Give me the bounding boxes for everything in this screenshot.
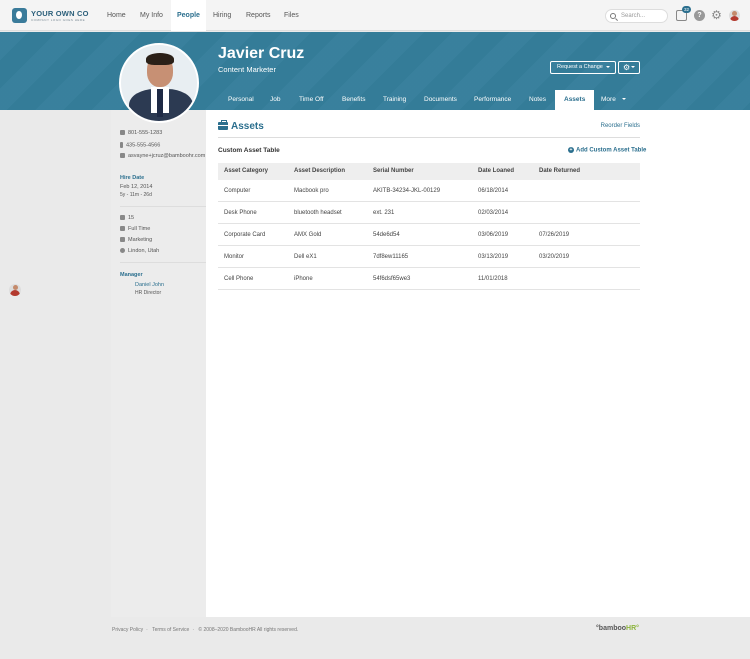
search-placeholder: Search... (621, 13, 646, 19)
employee-job-title: Content Marketer (218, 65, 276, 74)
work-phone: 801-555-1283 (120, 130, 162, 136)
section-title: Assets (231, 121, 264, 132)
tab-documents[interactable]: Documents (419, 90, 462, 110)
copyright-text: © 2008–2020 BambooHR All rights reserved… (198, 627, 299, 633)
nav-files[interactable]: Files (278, 0, 305, 31)
company-logo[interactable]: YOUR OWN CO COMPANY LOGO GOES HERE (12, 8, 88, 24)
tab-performance[interactable]: Performance (469, 90, 516, 110)
mobile-phone: 435-555-4566 (120, 142, 160, 148)
tab-training[interactable]: Training (378, 90, 411, 110)
location-pin-icon (120, 248, 125, 254)
hash-icon (120, 215, 125, 221)
tab-job[interactable]: Job (265, 90, 285, 110)
inbox-icon[interactable]: 32 (676, 6, 691, 21)
employee-sidebar: 801-555-1283 435-555-4566 asvayne+jcruz@… (111, 110, 208, 617)
tenure: 5y - 11m - 26d (120, 192, 152, 198)
mail-icon (120, 153, 125, 159)
col-serial-number[interactable]: Serial Number (373, 163, 414, 180)
gear-icon: ⚙ (623, 63, 631, 72)
logo-icon (12, 8, 27, 23)
col-date-loaned[interactable]: Date Loaned (478, 163, 514, 180)
col-asset-description[interactable]: Asset Description (294, 163, 345, 180)
hire-date: Feb 12, 2014 (120, 184, 153, 190)
col-asset-category[interactable]: Asset Category (224, 163, 268, 180)
request-change-button[interactable]: Request a Change (550, 61, 616, 74)
assets-icon (218, 120, 228, 130)
table-header: Asset Category Asset Description Serial … (218, 163, 640, 180)
logo-name: YOUR OWN CO (31, 9, 89, 18)
col-date-returned[interactable]: Date Returned (539, 163, 580, 180)
table-row[interactable]: Cell Phone iPhone 54f6dsf65we3 11/01/201… (218, 268, 640, 290)
help-icon[interactable]: ? (694, 10, 705, 21)
user-avatar[interactable] (729, 10, 740, 21)
plus-icon: + (568, 147, 574, 153)
table-row[interactable]: Monitor Dell eX1 7df8ew11165 03/13/2019 … (218, 246, 640, 268)
table-row[interactable]: Computer Macbook pro AKITB-34234-JKL-001… (218, 180, 640, 202)
employment-status: Full Time (120, 226, 150, 232)
tab-more-label: More (601, 96, 616, 103)
chevron-down-icon (631, 66, 635, 68)
top-navigation: YOUR OWN CO COMPANY LOGO GOES HERE Home … (0, 0, 750, 31)
employee-number: 15 (120, 215, 134, 221)
tab-personal[interactable]: Personal (223, 90, 259, 110)
chevron-down-icon (606, 66, 610, 68)
nav-my-info[interactable]: My Info (134, 0, 169, 31)
inbox-count-badge: 32 (682, 6, 691, 13)
nav-people[interactable]: People (171, 0, 206, 31)
request-change-label: Request a Change (557, 64, 603, 70)
table-title: Custom Asset Table (218, 147, 280, 154)
manager-title: HR Director (135, 290, 162, 296)
tab-assets[interactable]: Assets (555, 90, 595, 110)
settings-gear-icon[interactable]: ⚙ (711, 9, 722, 21)
manager-avatar[interactable] (9, 284, 21, 296)
table-row[interactable]: Corporate Card AMX Gold 54de6d54 03/06/2… (218, 224, 640, 246)
phone-icon (120, 130, 125, 136)
tab-time-off[interactable]: Time Off (294, 90, 329, 110)
reorder-fields-link[interactable]: Reorder Fields (601, 123, 640, 129)
add-custom-table-button[interactable]: + Add Custom Asset Table (568, 147, 646, 154)
hire-date-label: Hire Date (120, 175, 145, 181)
assets-panel: Assets Reorder Fields Custom Asset Table… (206, 110, 750, 617)
nav-reports[interactable]: Reports (240, 0, 277, 31)
employee-name: Javier Cruz (218, 45, 305, 62)
status-icon (120, 226, 125, 232)
nav-hiring[interactable]: Hiring (207, 0, 237, 31)
footer-links: Privacy Policy · Terms of Service · © 2008… (112, 627, 299, 633)
location: Lindon, Utah (120, 248, 159, 254)
department-icon (120, 237, 125, 243)
bamboohr-logo[interactable]: °bambooHR° (596, 625, 639, 632)
logo-tagline: COMPANY LOGO GOES HERE (31, 18, 86, 22)
search-icon (610, 13, 616, 19)
manager-label: Manager (120, 272, 143, 278)
terms-link[interactable]: Terms of Service (152, 627, 189, 633)
department: Marketing (120, 237, 152, 243)
table-row[interactable]: Desk Phone bluetooth headset ext. 231 02… (218, 202, 640, 224)
profile-settings-button[interactable]: ⚙ (618, 61, 640, 74)
tab-more[interactable]: More (596, 90, 631, 110)
tab-notes[interactable]: Notes (524, 90, 551, 110)
nav-home[interactable]: Home (101, 0, 132, 31)
email-link[interactable]: asvayne+jcruz@bamboohr.com (120, 153, 205, 159)
privacy-policy-link[interactable]: Privacy Policy (112, 627, 143, 633)
tab-benefits[interactable]: Benefits (337, 90, 371, 110)
manager-name[interactable]: Daniel John (135, 282, 164, 288)
employee-photo (119, 43, 199, 123)
mobile-icon (120, 142, 123, 148)
search-box[interactable]: Search... (605, 9, 668, 23)
chevron-down-icon (621, 98, 626, 101)
